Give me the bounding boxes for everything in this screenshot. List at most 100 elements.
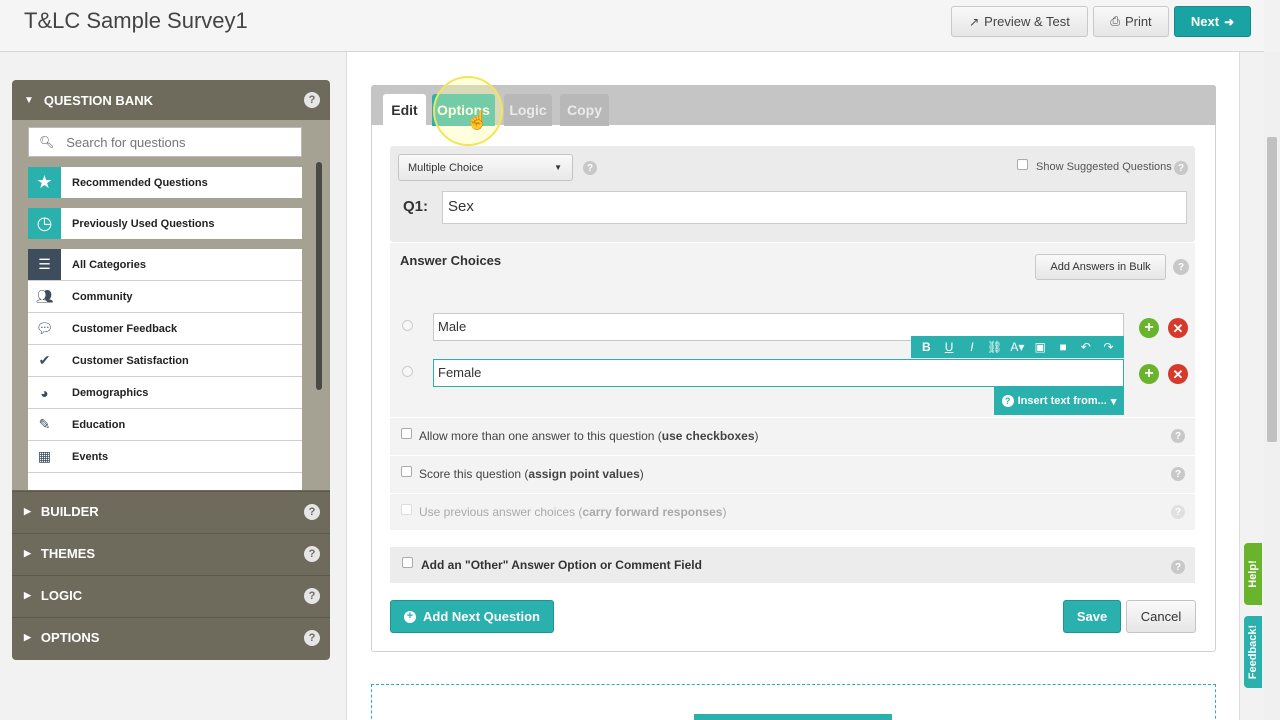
question-text-input[interactable]: Sex	[442, 191, 1187, 224]
question-bank-header[interactable]: ▼ QUESTION BANK ?	[12, 80, 330, 120]
answer-radio	[402, 320, 413, 331]
help-icon[interactable]: ?	[304, 545, 320, 562]
caret-down-icon: ▾	[1110, 395, 1117, 408]
save-button[interactable]: Save	[1063, 600, 1121, 633]
multiple-answers-checkbox[interactable]	[401, 428, 412, 439]
category-customer-feedback[interactable]: 💬︎ Customer Feedback	[28, 313, 302, 345]
help-icon[interactable]: ?	[304, 92, 320, 108]
section-label: OPTIONS	[40, 630, 100, 645]
logic-section[interactable]: ▶ LOGIC ?	[12, 575, 330, 615]
search-input[interactable]	[66, 134, 287, 150]
category-label: Events	[72, 450, 109, 463]
add-next-label: Add Next Question	[422, 609, 540, 624]
option-tail: )	[722, 505, 727, 519]
clock-icon: ◷	[28, 208, 61, 239]
help-icon: ?	[1001, 395, 1014, 407]
chat-icon: 💬︎	[35, 320, 54, 336]
feedback-side-tab[interactable]: Feedback!	[1244, 616, 1262, 688]
category-label: All Categories	[72, 258, 146, 271]
triangle-down-icon: ▼	[24, 94, 34, 106]
text-color-icon[interactable]: A▾	[1008, 340, 1026, 354]
help-icon: ?	[1171, 505, 1185, 519]
tab-copy[interactable]: Copy	[560, 94, 609, 126]
help-icon[interactable]: ?	[304, 629, 320, 646]
help-icon[interactable]: ?	[1173, 259, 1189, 275]
delete-answer-icon[interactable]: ✕	[1168, 318, 1188, 338]
add-answers-bulk-button[interactable]: Add Answers in Bulk	[1035, 254, 1166, 280]
insert-text-label: Insert text from...	[1017, 395, 1107, 407]
tab-edit[interactable]: Edit	[383, 94, 426, 126]
bold-icon[interactable]: B	[917, 340, 935, 354]
app-header: T&LC Sample Survey1 ↗ Preview & Test ⎙ P…	[0, 0, 1264, 52]
underline-icon[interactable]: U	[940, 340, 958, 354]
italic-icon[interactable]: I	[963, 340, 981, 354]
undo-icon[interactable]: ↶	[1077, 340, 1095, 354]
option-bold-text: assign point values	[528, 467, 640, 481]
recommended-questions-item[interactable]: ★ Recommended Questions	[28, 167, 302, 198]
add-answer-icon[interactable]: +	[1139, 318, 1159, 338]
category-events[interactable]: ▦ Events	[28, 441, 302, 473]
video-icon[interactable]: ■	[1054, 340, 1072, 354]
themes-section[interactable]: ▶ THEMES ?	[12, 533, 330, 573]
option-text: Use previous answer choices (	[419, 505, 583, 519]
builder-section[interactable]: ▶ BUILDER ?	[12, 491, 330, 531]
triangle-right-icon: ▶	[24, 632, 31, 642]
question-type-value: Multiple Choice	[408, 161, 484, 174]
cancel-button[interactable]: Cancel	[1126, 600, 1196, 633]
show-suggested-checkbox[interactable]	[1017, 159, 1028, 170]
print-label: Print	[1124, 14, 1152, 29]
other-option-label: Add an "Other" Answer Option or Comment …	[421, 558, 702, 572]
image-icon[interactable]: ▣	[1031, 340, 1049, 354]
category-all[interactable]: ☰ All Categories	[28, 249, 302, 281]
search-icon: 🔍︎	[39, 135, 55, 149]
preview-test-button[interactable]: ↗ Preview & Test	[951, 6, 1088, 37]
option-tail: )	[639, 467, 644, 481]
score-question-checkbox[interactable]	[401, 466, 412, 477]
answer-choices-title: Answer Choices	[400, 253, 502, 268]
option-text: Score this question (	[419, 467, 529, 481]
option-bold-text: use checkboxes	[661, 429, 755, 443]
add-answer-icon[interactable]: +	[1139, 364, 1159, 384]
page-scrollbar-thumb[interactable]	[1267, 137, 1277, 442]
help-icon[interactable]: ?	[304, 503, 320, 520]
left-sidebar: ▼ QUESTION BANK ? 🔍︎ ★ Recommended Quest…	[12, 80, 330, 660]
category-demographics[interactable]: ◕ Demographics	[28, 377, 302, 409]
page-scrollbar[interactable]	[1264, 52, 1280, 720]
next-question-button-partial[interactable]	[694, 714, 892, 720]
previously-used-item[interactable]: ◷ Previously Used Questions	[28, 208, 302, 239]
category-education[interactable]: ✎ Education	[28, 409, 302, 441]
rich-text-toolbar: B U I ⛓ A▾ ▣ ■ ↶ ↷	[911, 336, 1124, 358]
link-icon[interactable]: ⛓	[986, 340, 1004, 354]
help-icon[interactable]: ?	[304, 587, 320, 604]
section-label: BUILDER	[40, 504, 99, 519]
question-type-select[interactable]: Multiple Choice ▼	[398, 154, 573, 181]
insert-text-from-button[interactable]: ? Insert text from... ▾	[994, 387, 1124, 415]
add-next-question-button[interactable]: + Add Next Question	[390, 600, 554, 633]
options-section[interactable]: ▶ OPTIONS ?	[12, 617, 330, 657]
delete-answer-icon[interactable]: ✕	[1168, 364, 1188, 384]
category-community[interactable]: 👥︎ Community	[28, 281, 302, 313]
printer-icon: ⎙	[1110, 14, 1120, 28]
answer-radio	[402, 366, 413, 377]
help-icon[interactable]: ?	[1171, 429, 1185, 443]
caret-down-icon: ▼	[554, 163, 562, 172]
help-icon[interactable]: ?	[1174, 161, 1188, 175]
next-button[interactable]: Next ➜	[1174, 6, 1251, 37]
category-customer-satisfaction[interactable]: ✔ Customer Satisfaction	[28, 345, 302, 377]
redo-icon[interactable]: ↷	[1100, 340, 1118, 354]
next-label: Next	[1190, 14, 1220, 29]
help-icon[interactable]: ?	[1171, 560, 1185, 574]
print-button[interactable]: ⎙ Print	[1093, 6, 1169, 37]
help-side-tab[interactable]: Help!	[1244, 543, 1262, 605]
help-icon[interactable]: ?	[583, 161, 597, 175]
triangle-right-icon: ▶	[24, 590, 31, 600]
star-icon: ★	[28, 167, 61, 198]
help-icon[interactable]: ?	[1171, 467, 1185, 481]
carry-forward-label: Use previous answer choices (carry forwa…	[419, 505, 726, 519]
question-bank-scrollbar[interactable]	[316, 162, 322, 390]
other-option-checkbox[interactable]	[402, 557, 413, 568]
option-bold-text: carry forward responses	[582, 505, 723, 519]
tab-logic[interactable]: Logic	[504, 94, 552, 126]
category-partial[interactable]	[28, 473, 302, 490]
answer-input-female[interactable]: Female	[433, 359, 1124, 387]
